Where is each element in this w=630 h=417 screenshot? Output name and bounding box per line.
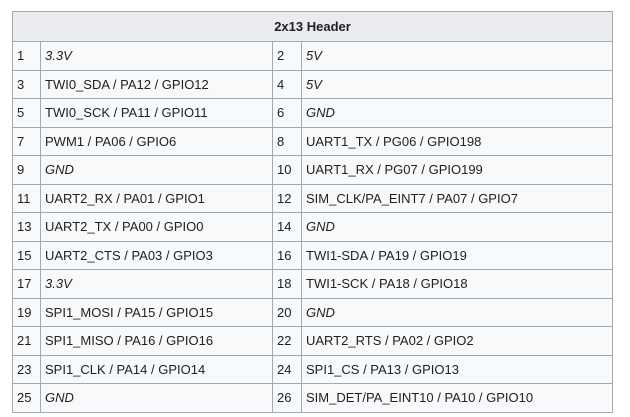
pin-number: 24 [272,354,302,384]
table-row: 5 TWI0_SCK / PA11 / GPIO11 6 GND [12,98,613,128]
pin-number: 4 [272,69,302,99]
pin-function: TWI0_SDA / PA12 / GPIO12 [40,69,273,99]
table-header-row: 2x13 Header [12,11,613,42]
pin-number: 23 [12,354,41,384]
pin-function: GND [40,155,273,185]
table-row: 19 SPI1_MOSI / PA15 / GPIO15 20 GND [12,297,613,327]
pin-function: GND [301,98,613,128]
pin-header-table: 2x13 Header 1 3.3V 2 5V 3 TWI0_SDA / PA12 / G… [12,11,613,413]
pin-number: 12 [272,183,302,213]
pin-function: TWI1-SCK / PA18 / GPIO18 [301,269,613,299]
pin-number: 10 [272,155,302,185]
pin-number: 18 [272,269,302,299]
pin-number: 19 [12,297,41,327]
pin-function: 5V [301,41,613,71]
pin-function: GND [40,383,273,413]
table-row: 15 UART2_CTS / PA03 / GPIO3 16 TWI1-SDA / P… [12,240,613,270]
pin-number: 22 [272,326,302,356]
table-row: 17 3.3V 18 TWI1-SCK / PA18 / GPIO18 [12,269,613,299]
pin-function: SPI1_CS / PA13 / GPIO13 [301,354,613,384]
pin-number: 11 [12,183,41,213]
pin-number: 7 [12,126,41,156]
table-body: 1 3.3V 2 5V 3 TWI0_SDA / PA12 / GPIO12 4 5V 5 TWI… [12,41,613,413]
table-row: 7 PWM1 / PA06 / GPIO6 8 UART1_TX / PG06 / G… [12,126,613,156]
pin-function: UART2_RX / PA01 / GPIO1 [40,183,273,213]
table-row: 11 UART2_RX / PA01 / GPIO1 12 SIM_CLK/PA_EI… [12,183,613,213]
pin-number: 16 [272,240,302,270]
table-row: 25 GND 26 SIM_DET/PA_EINT10 / PA10 / GPIO10 [12,383,613,413]
pin-function: UART1_TX / PG06 / GPIO198 [301,126,613,156]
table-row: 3 TWI0_SDA / PA12 / GPIO12 4 5V [12,69,613,99]
pin-function: UART1_RX / PG07 / GPIO199 [301,155,613,185]
pin-function: SPI1_CLK / PA14 / GPIO14 [40,354,273,384]
pin-number: 15 [12,240,41,270]
pin-function: SPI1_MOSI / PA15 / GPIO15 [40,297,273,327]
pin-number: 3 [12,69,41,99]
pin-function: SIM_CLK/PA_EINT7 / PA07 / GPIO7 [301,183,613,213]
pin-number: 14 [272,212,302,242]
pin-function: TWI0_SCK / PA11 / GPIO11 [40,98,273,128]
pin-function: SPI1_MISO / PA16 / GPIO16 [40,326,273,356]
pin-number: 2 [272,41,302,71]
pin-function: UART2_TX / PA00 / GPIO0 [40,212,273,242]
pin-number: 13 [12,212,41,242]
table-row: 21 SPI1_MISO / PA16 / GPIO16 22 UART2_RTS /… [12,326,613,356]
pin-function: PWM1 / PA06 / GPIO6 [40,126,273,156]
pin-number: 21 [12,326,41,356]
pin-number: 25 [12,383,41,413]
pin-function: 3.3V [40,269,273,299]
table-row: 1 3.3V 2 5V [12,41,613,71]
pin-function: 5V [301,69,613,99]
pin-function: GND [301,212,613,242]
table-row: 13 UART2_TX / PA00 / GPIO0 14 GND [12,212,613,242]
pin-function: SIM_DET/PA_EINT10 / PA10 / GPIO10 [301,383,613,413]
pin-number: 6 [272,98,302,128]
pin-function: GND [301,297,613,327]
table-title: 2x13 Header [12,11,613,42]
pin-function: UART2_CTS / PA03 / GPIO3 [40,240,273,270]
pin-function: TWI1-SDA / PA19 / GPIO19 [301,240,613,270]
pin-number: 8 [272,126,302,156]
table-row: 23 SPI1_CLK / PA14 / GPIO14 24 SPI1_CS / PA… [12,354,613,384]
pin-function: 3.3V [40,41,273,71]
pin-number: 17 [12,269,41,299]
pin-number: 26 [272,383,302,413]
pin-number: 1 [12,41,41,71]
table-row: 9 GND 10 UART1_RX / PG07 / GPIO199 [12,155,613,185]
pin-number: 20 [272,297,302,327]
pin-function: UART2_RTS / PA02 / GPIO2 [301,326,613,356]
pin-number: 9 [12,155,41,185]
pin-number: 5 [12,98,41,128]
